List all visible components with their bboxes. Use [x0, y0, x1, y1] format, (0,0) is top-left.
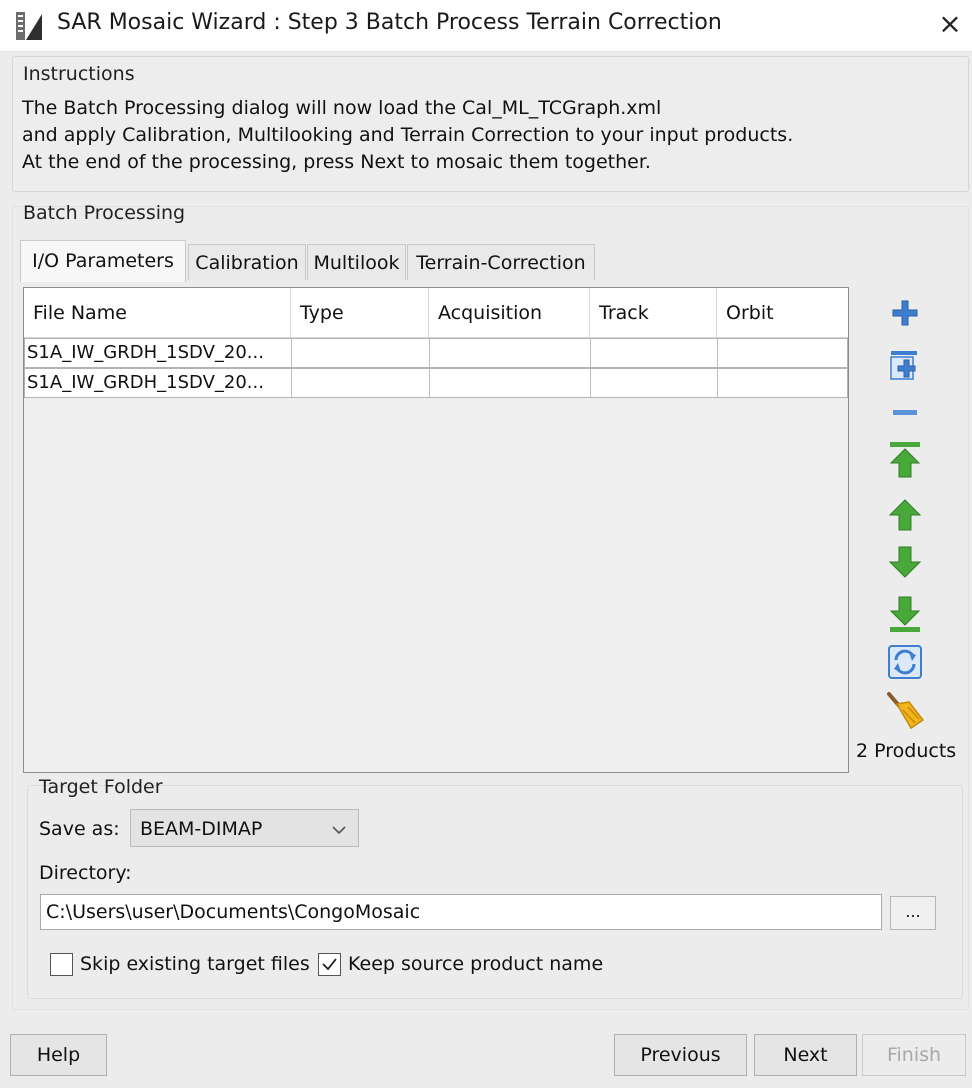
tab-multilook[interactable]: Multilook [307, 244, 406, 280]
finish-button: Finish [862, 1034, 966, 1076]
chevron-down-icon [332, 826, 346, 835]
table-cell-acquisition [430, 369, 591, 397]
skip-existing-checkbox[interactable] [50, 953, 73, 976]
table-cell-file-name: S1A_IW_GRDH_1SDV_20... [25, 339, 292, 367]
table-cell-file-name: S1A_IW_GRDH_1SDV_20... [25, 369, 292, 397]
browse-button[interactable]: ... [890, 896, 936, 930]
products-count-label: 2 Products [856, 740, 957, 762]
column-header-acquisition[interactable]: Acquisition [429, 288, 590, 338]
table-row[interactable]: S1A_IW_GRDH_1SDV_20... [24, 368, 848, 398]
next-button[interactable]: Next [754, 1034, 857, 1076]
table-cell-orbit [718, 339, 847, 367]
column-header-orbit[interactable]: Orbit [717, 288, 848, 338]
tab-terrain-correction[interactable]: Terrain-Correction [407, 244, 595, 280]
close-button[interactable]: × [932, 6, 968, 42]
help-button[interactable]: Help [10, 1034, 107, 1076]
target-folder-legend: Target Folder [39, 776, 163, 798]
directory-label: Directory: [39, 862, 132, 884]
directory-input[interactable] [40, 894, 882, 930]
column-header-file-name[interactable]: File Name [24, 288, 291, 338]
keep-source-name-checkbox[interactable] [318, 953, 341, 976]
app-logo-icon [14, 10, 44, 42]
tab-io-parameters[interactable]: I/O Parameters [20, 240, 186, 282]
move-down-button[interactable] [885, 542, 925, 582]
clear-list-button[interactable] [885, 690, 925, 730]
instruction-line: At the end of the processing, press Next… [22, 151, 651, 173]
instruction-line: The Batch Processing dialog will now loa… [22, 97, 662, 119]
save-format-value: BEAM-DIMAP [140, 818, 263, 840]
add-product-button[interactable] [885, 293, 925, 333]
add-icon [892, 300, 918, 326]
table-header: File Name Type Acquisition Track Orbit [24, 288, 848, 338]
add-opened-icon [890, 351, 917, 380]
tab-calibration[interactable]: Calibration [188, 244, 306, 280]
clear-icon [887, 692, 925, 730]
previous-button[interactable]: Previous [614, 1034, 747, 1076]
column-header-type[interactable]: Type [291, 288, 429, 338]
save-as-label: Save as: [39, 818, 120, 840]
table-cell-type [292, 369, 430, 397]
instructions-legend: Instructions [23, 63, 135, 85]
move-top-icon [889, 442, 921, 478]
move-up-icon [888, 499, 922, 531]
table-cell-type [292, 339, 430, 367]
refresh-icon [888, 645, 922, 679]
instruction-line: and apply Calibration, Multilooking and … [22, 124, 794, 146]
move-up-button[interactable] [885, 495, 925, 535]
table-cell-acquisition [430, 339, 591, 367]
table-cell-track [591, 339, 718, 367]
table-cell-orbit [718, 369, 847, 397]
move-down-icon [888, 546, 922, 578]
checkmark-icon [322, 958, 337, 971]
column-header-track[interactable]: Track [590, 288, 717, 338]
refresh-button[interactable] [885, 642, 925, 682]
remove-product-button[interactable] [885, 392, 925, 432]
move-bottom-icon [889, 596, 921, 632]
table-cell-track [591, 369, 718, 397]
batch-processing-legend: Batch Processing [23, 202, 186, 224]
table-row[interactable]: S1A_IW_GRDH_1SDV_20... [24, 338, 848, 368]
window-title: SAR Mosaic Wizard : Step 3 Batch Process… [57, 10, 722, 35]
keep-source-name-label: Keep source product name [348, 953, 604, 975]
remove-icon [893, 410, 917, 415]
add-opened-products-button[interactable] [885, 345, 925, 385]
move-bottom-button[interactable] [885, 594, 925, 634]
skip-existing-label: Skip existing target files [80, 953, 310, 975]
move-top-button[interactable] [885, 440, 925, 480]
